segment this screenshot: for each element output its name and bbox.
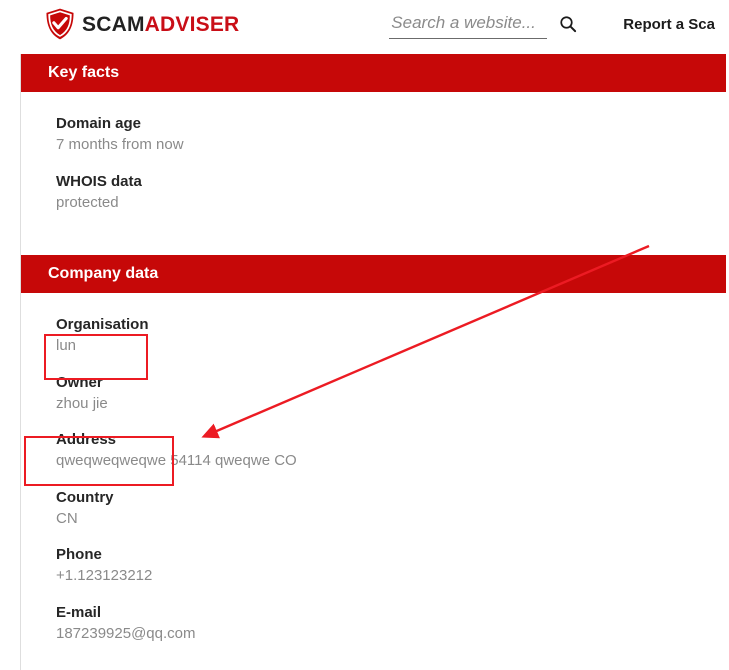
field-owner: Owner zhou jie (56, 373, 709, 415)
left-divider (20, 54, 21, 670)
field-value: 187239925@qq.com (56, 624, 709, 644)
brand-text: SCAMADVISER (82, 14, 239, 35)
field-value: protected (56, 193, 709, 213)
field-whois: WHOIS data protected (56, 172, 709, 214)
field-label: Address (56, 430, 709, 450)
section-header-key-facts: Key facts (20, 54, 726, 92)
field-label: Organisation (56, 315, 709, 335)
search-wrap: Report a Sca (389, 10, 715, 39)
field-address: Address qweqweqweqwe 54114 qweqwe CO (56, 430, 709, 472)
field-value: CN (56, 509, 709, 529)
field-value: lun (56, 336, 709, 356)
field-phone: Phone +1.123123212 (56, 545, 709, 587)
field-label: Owner (56, 373, 709, 393)
field-email: E-mail 187239925@qq.com (56, 603, 709, 645)
field-value: +1.123123212 (56, 566, 709, 586)
field-label: Country (56, 488, 709, 508)
section-body-key-facts: Domain age 7 months from now WHOIS data … (20, 92, 729, 255)
field-value: zhou jie (56, 394, 709, 414)
search-input[interactable] (389, 10, 547, 39)
report-scam-link[interactable]: Report a Sca (623, 16, 715, 33)
field-organisation: Organisation lun (56, 315, 709, 357)
content-area: Key facts Domain age 7 months from now W… (20, 54, 729, 670)
section-body-company-data: Organisation lun Owner zhou jie Address … (20, 293, 729, 670)
field-label: Phone (56, 545, 709, 565)
page-header: SCAMADVISER Report a Sca (0, 0, 729, 54)
field-label: Domain age (56, 114, 709, 134)
field-value: qweqweqweqwe 54114 qweqwe CO (56, 451, 709, 471)
section-header-company-data: Company data (20, 255, 726, 293)
field-label: E-mail (56, 603, 709, 623)
field-label: WHOIS data (56, 172, 709, 192)
field-country: Country CN (56, 488, 709, 530)
search-icon[interactable] (559, 15, 577, 33)
field-domain-age: Domain age 7 months from now (56, 114, 709, 156)
field-value: 7 months from now (56, 135, 709, 155)
shield-check-icon (44, 8, 76, 40)
brand-logo[interactable]: SCAMADVISER (44, 8, 239, 40)
